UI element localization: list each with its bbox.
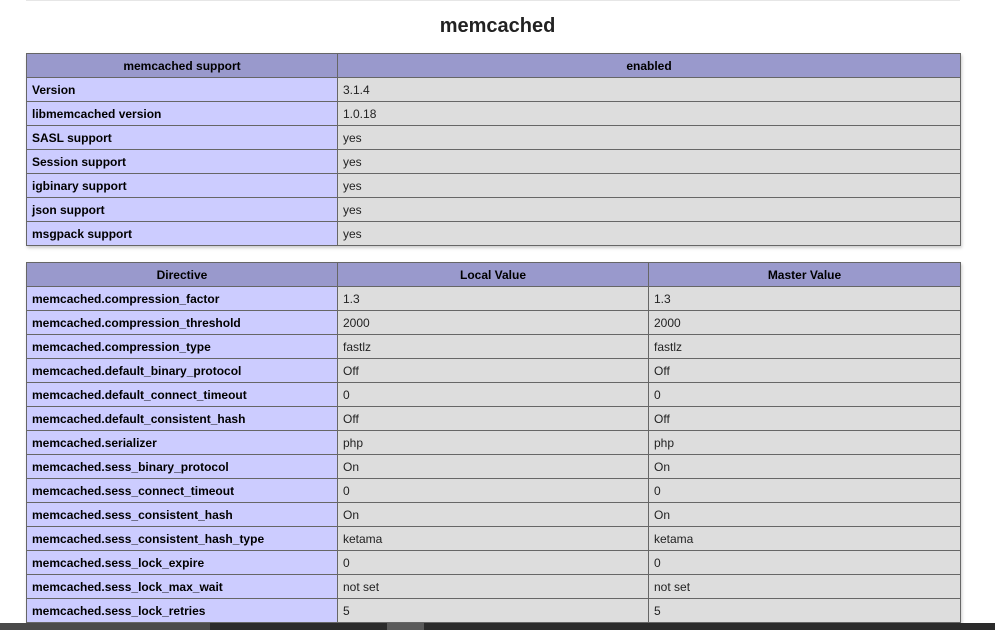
directive-table-header-row: Directive Local Value Master Value [26, 262, 961, 287]
row-key: msgpack support [26, 221, 338, 246]
directive-name: memcached.default_connect_timeout [26, 382, 338, 407]
table-row: memcached.serializer php php [26, 430, 961, 455]
table-row: memcached.sess_lock_max_wait not set not… [26, 574, 961, 599]
row-value: 3.1.4 [337, 77, 961, 102]
master-value: ketama [648, 526, 961, 551]
table-row: msgpack support yes [26, 221, 961, 246]
master-value: 0 [648, 550, 961, 575]
table-row: memcached.sess_consistent_hash_type keta… [26, 526, 961, 551]
master-value: On [648, 454, 961, 479]
master-value: fastlz [648, 334, 961, 359]
row-key: json support [26, 197, 338, 222]
local-value: 2000 [337, 310, 649, 335]
master-value: 0 [648, 382, 961, 407]
directive-name: memcached.compression_factor [26, 286, 338, 311]
row-key: Session support [26, 149, 338, 174]
directive-name: memcached.serializer [26, 430, 338, 455]
row-key: SASL support [26, 125, 338, 150]
directive-name: memcached.default_binary_protocol [26, 358, 338, 383]
table-row: memcached.sess_binary_protocol On On [26, 454, 961, 479]
table-row: igbinary support yes [26, 173, 961, 198]
page-title: memcached [439, 15, 556, 37]
local-value: On [337, 454, 649, 479]
row-value: yes [337, 149, 961, 174]
scrollbar-thumb[interactable] [387, 623, 424, 630]
table-row: Session support yes [26, 149, 961, 174]
local-value: On [337, 502, 649, 527]
local-value: 0 [337, 382, 649, 407]
master-value: 1.3 [648, 286, 961, 311]
horizontal-scrollbar[interactable] [0, 623, 995, 630]
table-row: memcached.compression_factor 1.3 1.3 [26, 286, 961, 311]
support-header-status: enabled [337, 53, 961, 78]
local-value: fastlz [337, 334, 649, 359]
support-table: memcached support enabled Version 3.1.4 … [26, 53, 961, 246]
local-value: Off [337, 406, 649, 431]
table-row: memcached.compression_threshold 2000 200… [26, 310, 961, 335]
master-value: 0 [648, 478, 961, 503]
local-value: ketama [337, 526, 649, 551]
local-value: Off [337, 358, 649, 383]
local-value-header: Local Value [337, 262, 649, 287]
directive-name: memcached.default_consistent_hash [26, 406, 338, 431]
table-row: json support yes [26, 197, 961, 222]
table-row: memcached.sess_consistent_hash On On [26, 502, 961, 527]
directive-name: memcached.sess_binary_protocol [26, 454, 338, 479]
row-key: libmemcached version [26, 101, 338, 126]
table-row: SASL support yes [26, 125, 961, 150]
master-value: not set [648, 574, 961, 599]
master-value: 5 [648, 598, 961, 623]
row-value: yes [337, 221, 961, 246]
scrollbar-track-segment [0, 623, 210, 630]
master-value: On [648, 502, 961, 527]
row-value: yes [337, 125, 961, 150]
directive-table: Directive Local Value Master Value memca… [26, 262, 961, 623]
local-value: 5 [337, 598, 649, 623]
table-row: memcached.sess_lock_expire 0 0 [26, 550, 961, 575]
directive-name: memcached.sess_lock_expire [26, 550, 338, 575]
master-value: php [648, 430, 961, 455]
row-key: igbinary support [26, 173, 338, 198]
local-value: not set [337, 574, 649, 599]
table-row: memcached.default_consistent_hash Off Of… [26, 406, 961, 431]
table-row: memcached.compression_type fastlz fastlz [26, 334, 961, 359]
row-value: yes [337, 173, 961, 198]
local-value: 0 [337, 550, 649, 575]
directive-name: memcached.sess_connect_timeout [26, 478, 338, 503]
table-row: memcached.sess_connect_timeout 0 0 [26, 478, 961, 503]
directive-name: memcached.sess_lock_retries [26, 598, 338, 623]
master-value: Off [648, 406, 961, 431]
row-key: Version [26, 77, 338, 102]
top-divider [26, 0, 960, 1]
local-value: 1.3 [337, 286, 649, 311]
local-value: php [337, 430, 649, 455]
master-value-header: Master Value [648, 262, 961, 287]
table-row: memcached.sess_lock_retries 5 5 [26, 598, 961, 623]
master-value: Off [648, 358, 961, 383]
directive-name: memcached.sess_consistent_hash [26, 502, 338, 527]
table-row: memcached.default_connect_timeout 0 0 [26, 382, 961, 407]
table-row: libmemcached version 1.0.18 [26, 101, 961, 126]
row-value: 1.0.18 [337, 101, 961, 126]
directive-name: memcached.sess_consistent_hash_type [26, 526, 338, 551]
master-value: 2000 [648, 310, 961, 335]
support-header-name: memcached support [26, 53, 338, 78]
row-value: yes [337, 197, 961, 222]
local-value: 0 [337, 478, 649, 503]
directive-name: memcached.sess_lock_max_wait [26, 574, 338, 599]
directive-name: memcached.compression_type [26, 334, 338, 359]
directive-name: memcached.compression_threshold [26, 310, 338, 335]
table-row: Version 3.1.4 [26, 77, 961, 102]
directive-header: Directive [26, 262, 338, 287]
support-table-header-row: memcached support enabled [26, 53, 961, 78]
table-row: memcached.default_binary_protocol Off Of… [26, 358, 961, 383]
